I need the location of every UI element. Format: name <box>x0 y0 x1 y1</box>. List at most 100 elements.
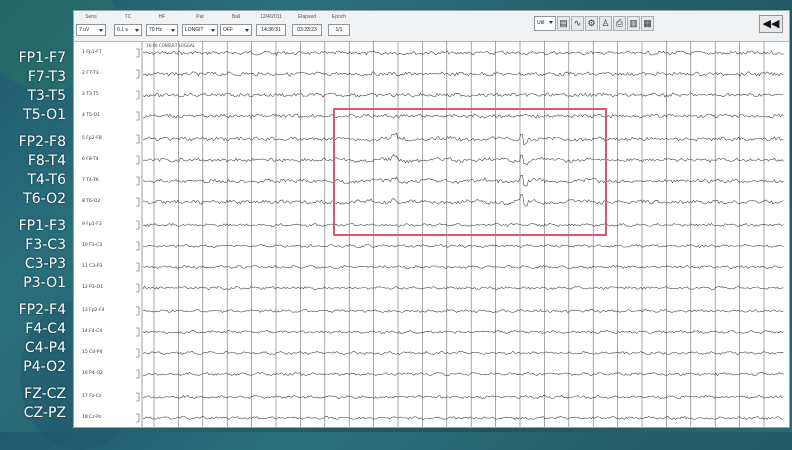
waveform-icon[interactable]: ∿ <box>571 16 584 31</box>
montage-label: C3-P3 <box>24 256 66 272</box>
util-select[interactable]: Util <box>534 16 556 31</box>
channel-name: 6 F8-T4 <box>82 157 99 162</box>
montage-label: F4-C4 <box>25 321 66 337</box>
montage-label: FP1-F3 <box>18 218 66 234</box>
toolbar-field-group: Pat LONGIT <box>182 13 218 39</box>
eeg-trace <box>142 132 784 146</box>
calibration-marker <box>136 283 140 293</box>
eeg-viewer-window: Util ▤ ∿ ⚙ ♙ ⎙ ▥ ▦ ◀◀ Sens 7 uV TC 0.1 s HF 7… <box>73 10 790 428</box>
toolbar-readout: 03:23:23 <box>292 24 322 36</box>
channel-name: 11 C3-P3 <box>82 264 103 269</box>
montage-label: T6-O2 <box>23 191 66 207</box>
toolbar-field-group: Sens 7 uV <box>76 13 106 39</box>
channel-name: 12 P3-O1 <box>82 285 103 290</box>
eeg-trace <box>142 394 784 400</box>
eeg-trace <box>142 264 784 269</box>
person-icon[interactable]: ♙ <box>599 16 612 31</box>
calibration-marker <box>136 306 140 316</box>
page-icon[interactable]: ▤ <box>557 16 570 31</box>
channel-name: 13 Fp2-F4 <box>82 308 105 313</box>
toolbar-field-group: Epoch 1/1 <box>328 13 350 39</box>
eeg-trace <box>142 329 784 335</box>
toolbar-dropdown[interactable]: LONGIT <box>182 24 218 36</box>
eeg-trace <box>142 154 784 166</box>
channel-name: 1 Fp1-F7 <box>82 50 102 55</box>
calibration-marker <box>136 413 140 423</box>
calibration-marker <box>136 111 140 121</box>
toolbar-dropdown[interactable]: 7 uV <box>76 24 106 36</box>
montage-label-column: FP1-F7 F7-T3 T3-T5 T5-O1 FP2-F8 F8-T4 T4-T6 T6-… <box>0 44 70 432</box>
calibration-marker <box>136 155 140 165</box>
calibration-marker <box>136 327 140 337</box>
calibration-marker <box>136 262 140 272</box>
montage-label: T3-T5 <box>27 88 66 104</box>
toolbar-field-group: HF 70 Hz <box>146 13 178 39</box>
eeg-trace <box>142 222 784 228</box>
eeg-trace <box>142 243 784 249</box>
toolbar-field-group: Elapsed 03:23:23 <box>292 13 322 39</box>
eeg-trace <box>142 50 784 56</box>
eeg-trace <box>142 415 784 421</box>
gear-icon[interactable]: ⚙ <box>585 16 598 31</box>
toolbar-field-header: 12/4/2011 <box>260 14 282 20</box>
channel-name: 5 Fp2-F8 <box>82 136 102 141</box>
eeg-trace <box>142 351 784 356</box>
channel-name: 7 T4-T6 <box>82 178 99 183</box>
calibration-marker <box>136 241 140 251</box>
toolbar-field-header: HF <box>158 14 166 20</box>
channel-name: 4 T5-O1 <box>82 113 101 118</box>
calibration-marker <box>136 348 140 358</box>
calibration-marker <box>136 392 140 402</box>
toolbar-field-header: Pat <box>196 14 204 20</box>
channel-name: 15 C4-P4 <box>82 350 103 355</box>
montage-label: CZ-PZ <box>23 405 66 421</box>
toolbar-field-header: Sens <box>85 14 97 20</box>
montage-label: F3-C3 <box>25 237 66 253</box>
calibration-marker <box>136 69 140 79</box>
toolbar-field-group: Ball OFF <box>220 13 252 39</box>
channel-name: 16 P4-O2 <box>82 371 103 376</box>
calibration-marker <box>136 369 140 379</box>
montage-label: FP1-F7 <box>18 50 66 66</box>
montage-label: T5-O1 <box>23 107 66 123</box>
eeg-trace <box>142 113 784 119</box>
print-icon[interactable]: ⎙ <box>613 16 626 31</box>
eeg-trace <box>142 285 784 291</box>
channel-name: 10 F3-C3 <box>82 243 103 248</box>
montage-label: FZ-CZ <box>24 386 66 402</box>
calibration-marker <box>136 90 140 100</box>
toolbar-dropdown[interactable]: 0.1 s <box>114 24 142 36</box>
toolbar-field-header: TC <box>124 14 132 20</box>
export-icon[interactable]: ▦ <box>641 16 654 31</box>
toolbar-readout: 1/1 <box>328 24 350 36</box>
eeg-trace <box>142 174 784 187</box>
channel-name: 3 T3-T5 <box>82 92 99 97</box>
channel-name: 14 F4-C4 <box>82 329 103 334</box>
toolbar: Util ▤ ∿ ⚙ ♙ ⎙ ▥ ▦ ◀◀ Sens 7 uV TC 0.1 s HF 7… <box>74 11 789 42</box>
toolbar-readout: 14:36:31 <box>256 24 286 36</box>
calibration-marker <box>136 176 140 186</box>
channel-name: 17 Fz-Cz <box>82 394 102 399</box>
eeg-trace <box>142 372 784 377</box>
channel-name: 8 T6-O2 <box>82 199 101 204</box>
toolbar-dropdown[interactable]: OFF <box>220 24 252 36</box>
toolbar-dropdown[interactable]: 70 Hz <box>146 24 178 36</box>
rewind-button[interactable]: ◀◀ <box>759 15 783 33</box>
channel-name: 18 Cz-Pz <box>82 415 102 420</box>
montage-label: FP2-F8 <box>18 134 66 150</box>
tool-icon-bar: Util ▤ ∿ ⚙ ♙ ⎙ ▥ ▦ <box>534 16 654 33</box>
calibration-marker <box>136 197 140 207</box>
eeg-trace-area <box>136 41 784 427</box>
montage-label: FP2-F4 <box>18 302 66 318</box>
calibration-marker <box>136 134 140 144</box>
toolbar-field-group: 12/4/2011 14:36:31 <box>256 13 286 39</box>
montage-label: T4-T6 <box>27 172 66 188</box>
montage-label: F8-T4 <box>27 153 66 169</box>
eeg-trace <box>142 71 784 77</box>
channel-name: 2 F7-T3 <box>82 71 99 76</box>
eeg-trace <box>142 194 784 207</box>
montage-label: P3-O1 <box>23 275 66 291</box>
highlight-box <box>333 108 607 236</box>
toolbar-field-header: Ball <box>231 14 241 20</box>
chart-icon[interactable]: ▥ <box>627 16 640 31</box>
